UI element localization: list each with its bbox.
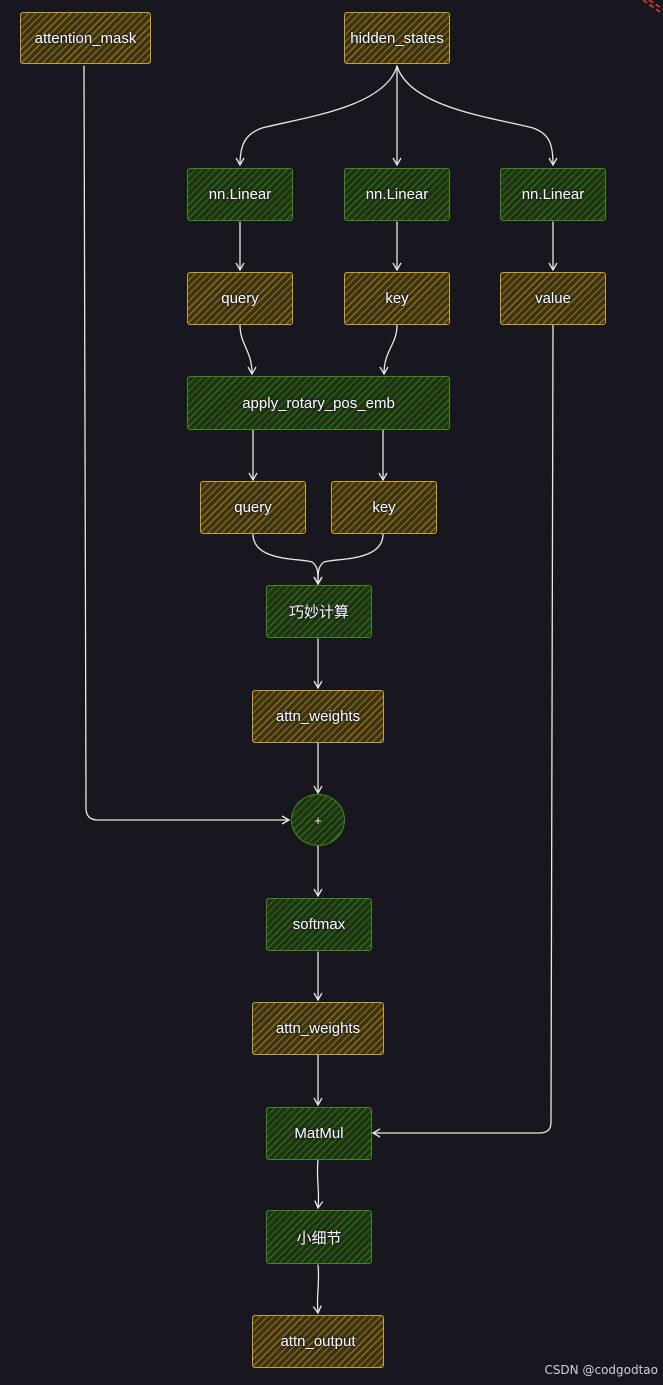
node-plus-label: + <box>314 812 322 828</box>
watermark: CSDN @codgodtao <box>544 1363 658 1377</box>
node-attn-output-label: attn_output <box>280 1333 356 1350</box>
edge-key-to-rotary <box>379 324 398 376</box>
node-attention-mask[interactable]: attention_mask <box>20 12 151 64</box>
node-detail-label: 小细节 <box>296 1229 342 1247</box>
node-key-1-label: key <box>385 290 409 307</box>
edge-hidden-to-linear-v <box>396 65 558 167</box>
node-hidden-states-label: hidden_states <box>350 29 444 47</box>
node-softmax[interactable]: softmax <box>266 898 372 951</box>
edge-query-to-rotary <box>239 324 257 376</box>
node-attn-output[interactable]: attn_output <box>252 1315 384 1368</box>
node-value-label: value <box>535 290 571 307</box>
node-apply-rotary-pos-emb-label: apply_rotary_pos_emb <box>242 394 395 412</box>
node-key-1[interactable]: key <box>344 272 450 325</box>
node-attn-weights-1[interactable]: attn_weights <box>252 690 384 743</box>
node-query-1-label: query <box>221 290 259 307</box>
node-linear-v-label: nn.Linear <box>521 186 585 203</box>
node-attn-weights-1-label: attn_weights <box>275 708 361 725</box>
node-key-2-label: key <box>372 499 396 516</box>
node-compute-label: 巧妙计算 <box>288 604 349 621</box>
node-apply-rotary-pos-emb[interactable]: apply_rotary_pos_emb <box>187 376 450 430</box>
edge-key-to-compute <box>313 533 384 586</box>
node-attn-weights-2[interactable]: attn_weights <box>252 1002 384 1055</box>
node-compute[interactable]: 巧妙计算 <box>266 585 372 638</box>
node-attention-mask-label: attention_mask <box>34 29 137 47</box>
node-detail[interactable]: 小细节 <box>266 1210 372 1264</box>
edge-hidden-to-linear-q <box>235 65 398 167</box>
node-value[interactable]: value <box>500 272 606 325</box>
node-plus[interactable]: + <box>291 794 345 846</box>
node-linear-q[interactable]: nn.Linear <box>187 168 293 221</box>
node-linear-v[interactable]: nn.Linear <box>500 168 606 221</box>
node-query-2-label: query <box>234 499 272 516</box>
edge-detail-to-output <box>312 1264 322 1315</box>
node-hidden-states[interactable]: hidden_states <box>344 12 450 64</box>
node-matmul[interactable]: MatMul <box>266 1107 372 1160</box>
node-linear-q-label: nn.Linear <box>208 186 272 203</box>
node-softmax-label: softmax <box>292 916 346 933</box>
corner-decoration-icon <box>642 0 663 15</box>
node-linear-k-label: nn.Linear <box>365 186 429 203</box>
diagram-canvas: attention_mask hidden_states nn.Linear n… <box>0 0 663 1385</box>
edge-value-to-matmul <box>371 324 554 1138</box>
node-attn-weights-2-label: attn_weights <box>275 1020 361 1037</box>
node-query-2[interactable]: query <box>200 481 306 534</box>
node-linear-k[interactable]: nn.Linear <box>344 168 450 221</box>
node-key-2[interactable]: key <box>331 481 437 534</box>
edge-query-to-compute <box>252 533 323 586</box>
node-matmul-label: MatMul <box>294 1125 344 1142</box>
node-query-1[interactable]: query <box>187 272 293 325</box>
edge-matmul-to-detail <box>314 1159 324 1210</box>
